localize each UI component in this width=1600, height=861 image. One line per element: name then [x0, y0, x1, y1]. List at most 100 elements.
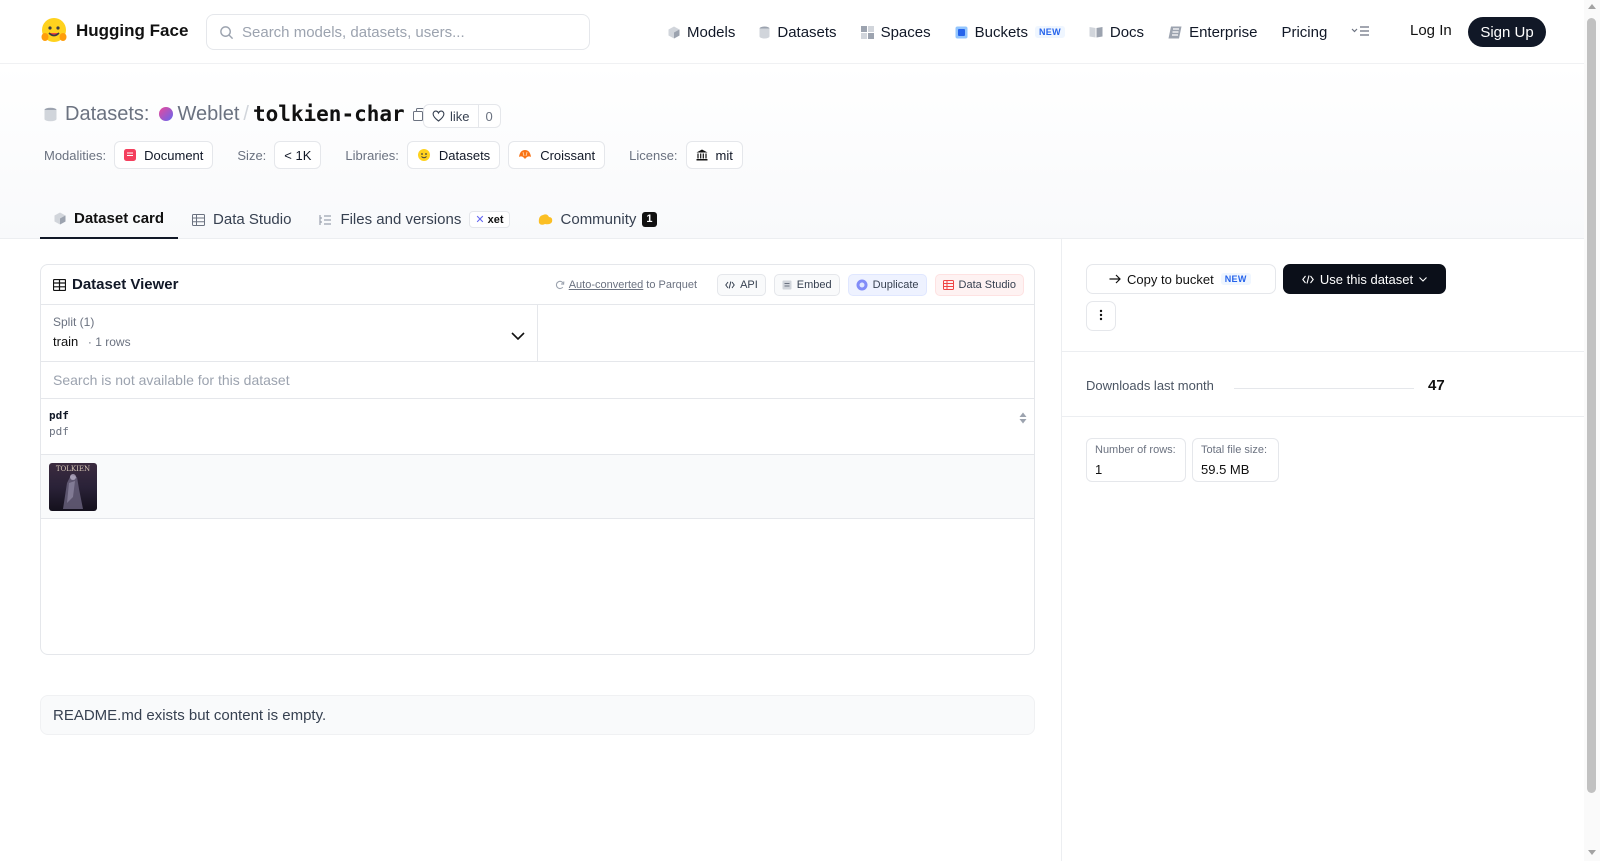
brand-name: Hugging Face [76, 21, 189, 40]
like-toggle[interactable]: like [424, 105, 479, 127]
nav-models-label: Models [687, 23, 736, 41]
tab-community[interactable]: Community 1 [524, 200, 671, 239]
tab-data-studio-label: Data Studio [213, 211, 292, 228]
tab-files-label: Files and versions [340, 211, 462, 228]
main-nav: Models Datasets Spaces Buckets NEW Docs … [668, 18, 1394, 46]
nav-pricing[interactable]: Pricing [1281, 24, 1327, 41]
cube-icon [668, 26, 680, 39]
duplicate-button-label: Duplicate [872, 279, 919, 291]
bank-icon [696, 149, 708, 161]
nav-buckets-label: Buckets [974, 23, 1028, 41]
nav-pricing-label: Pricing [1281, 23, 1328, 41]
embed-button[interactable]: Embed [773, 274, 840, 296]
tag-modality[interactable]: Document [114, 141, 214, 169]
size-label: Size: [237, 147, 267, 163]
tab-data-studio[interactable]: Data Studio [178, 200, 305, 239]
table-icon [942, 280, 954, 290]
use-this-dataset-button[interactable]: Use this dataset [1283, 264, 1446, 294]
nav-datasets[interactable]: Datasets [759, 24, 837, 41]
api-button[interactable]: API [717, 274, 766, 296]
like-button[interactable]: like 0 [423, 104, 501, 128]
like-count[interactable]: 0 [479, 109, 500, 124]
top-navbar: Hugging Face Models Datasets Spaces Buck… [0, 0, 1584, 64]
libraries-label: Libraries: [345, 147, 399, 163]
tab-community-label: Community [560, 211, 637, 228]
more-menu-icon [1351, 24, 1370, 41]
duplicate-button[interactable]: Duplicate [847, 274, 927, 296]
sort-icon[interactable] [1019, 411, 1027, 427]
search-input[interactable] [242, 23, 572, 41]
split-value: train · 1 rows [53, 334, 525, 349]
repo-type-label[interactable]: Datasets: [65, 103, 149, 126]
nav-more-menu[interactable] [1351, 24, 1370, 41]
scroll-down-arrow-icon[interactable] [1588, 850, 1596, 855]
nav-docs[interactable]: Docs [1089, 24, 1144, 41]
dataset-tags: Modalities: Document Size: < 1K Librarie… [44, 141, 767, 169]
tab-dataset-card-label: Dataset card [74, 210, 165, 227]
auto-converted-note: Auto-converted to Parquet [555, 279, 697, 291]
signup-button[interactable]: Sign Up [1468, 17, 1546, 47]
license-label: License: [629, 147, 678, 163]
table-icon [53, 278, 66, 291]
repo-owner-link[interactable]: Weblet [177, 103, 239, 126]
tag-license[interactable]: mit [685, 141, 743, 169]
auto-converted-link[interactable]: Auto-converted [569, 279, 644, 291]
code-icon [725, 281, 735, 289]
nav-enterprise[interactable]: Enterprise [1168, 24, 1257, 41]
document-icon [124, 149, 137, 161]
stat-rows-value: 1 [1095, 462, 1103, 477]
pdf-thumbnail[interactable]: TOLKIEN [49, 463, 97, 511]
nav-spaces[interactable]: Spaces [860, 24, 931, 41]
dataset-viewer: Dataset Viewer Auto-converted to Parquet… [40, 264, 1035, 655]
copy-to-bucket-label: Copy to bucket [1127, 271, 1214, 287]
tag-library-croissant-label: Croissant [540, 147, 596, 163]
split-selector-row: Split (1) train · 1 rows [41, 305, 1034, 362]
scroll-up-arrow-icon[interactable] [1588, 4, 1596, 9]
database-icon [759, 26, 770, 39]
downloads-sparkline [1234, 388, 1414, 389]
tag-license-label: mit [715, 147, 733, 163]
owner-avatar [159, 107, 174, 121]
nav-models[interactable]: Models [668, 24, 735, 41]
tab-dataset-card[interactable]: Dataset card [40, 200, 179, 239]
split-name: train [53, 334, 79, 349]
column-header-pdf[interactable]: pdf pdf [41, 399, 1034, 455]
stat-number-of-rows: Number of rows: 1 [1086, 438, 1186, 482]
tag-library-croissant[interactable]: Croissant [508, 141, 606, 169]
sidebar-divider-1 [1062, 351, 1584, 352]
copy-to-bucket-button[interactable]: Copy to bucket NEW [1086, 264, 1276, 294]
viewer-search-disabled: Search is not available for this dataset [41, 362, 1034, 399]
database-icon [44, 107, 57, 121]
tag-size[interactable]: < 1K [274, 141, 322, 169]
login-link[interactable]: Log In [1410, 22, 1452, 39]
stat-rows-label: Number of rows: [1095, 444, 1176, 456]
enterprise-icon [1168, 26, 1182, 39]
stat-size-value: 59.5 MB [1201, 462, 1250, 477]
repo-name-link[interactable]: tolkien-char [253, 102, 405, 126]
viewer-actions: Auto-converted to Parquet API Embed Dupl… [555, 274, 1024, 296]
book-icon [1089, 26, 1103, 38]
cube-icon [54, 212, 66, 225]
grid-icon [860, 25, 874, 39]
brand-logo-link[interactable]: Hugging Face [40, 17, 188, 45]
data-studio-button[interactable]: Data Studio [934, 274, 1024, 296]
viewer-title-label: Dataset Viewer [72, 276, 179, 293]
column-type: pdf [49, 425, 69, 438]
sidebar-divider [1061, 239, 1062, 861]
new-badge: NEW [1220, 273, 1251, 285]
more-options-button[interactable] [1086, 301, 1116, 331]
split-dropdown[interactable]: Split (1) train · 1 rows [41, 305, 538, 362]
page-scrollbar[interactable] [1584, 0, 1600, 861]
xet-icon: ✕ [475, 214, 485, 226]
column-name: pdf [49, 409, 69, 422]
global-search[interactable] [206, 14, 590, 50]
hugging-face-logo-icon [41, 18, 67, 42]
tab-files-and-versions[interactable]: Files and versions ✕ xet [305, 200, 523, 239]
tag-modality-label: Document [144, 147, 204, 163]
heart-icon [432, 110, 445, 122]
scrollbar-thumb[interactable] [1587, 18, 1596, 793]
tag-library-datasets[interactable]: Datasets [406, 141, 501, 169]
nav-buckets[interactable]: Buckets NEW [955, 24, 1065, 41]
xet-badge: ✕ xet [469, 211, 510, 228]
pdf-cover-image: TOLKIEN [49, 463, 97, 511]
